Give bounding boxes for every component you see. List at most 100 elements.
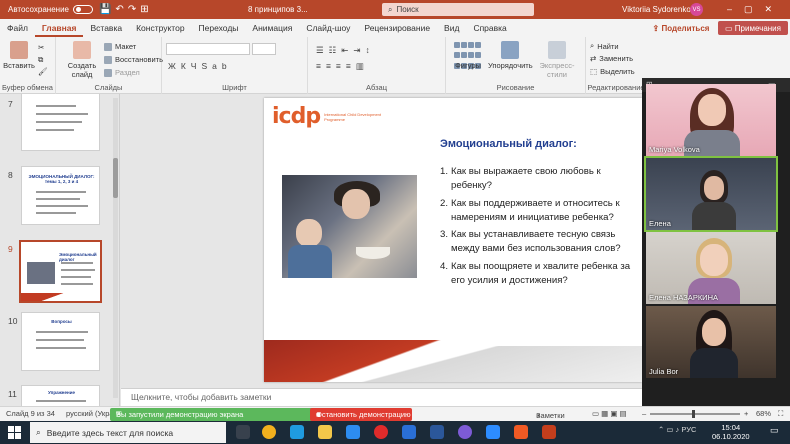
- scroll-thumb[interactable]: [113, 158, 118, 198]
- slide-footer-shadow: [264, 346, 642, 382]
- powerpoint-active-icon[interactable]: [542, 425, 556, 439]
- quick-styles-button[interactable]: Экспресс-стили: [534, 41, 580, 79]
- windows-taskbar: ⌕ Введите здесь текст для поиска ⌃ ▭ ♪ Р…: [0, 421, 790, 444]
- format-painter-icon[interactable]: 🖌: [38, 67, 48, 76]
- group-label: Редактирование: [587, 83, 645, 92]
- group-label: Шрифт: [222, 83, 247, 92]
- arrange-icon: [501, 41, 519, 59]
- mail-icon[interactable]: [402, 425, 416, 439]
- powerpoint-icon[interactable]: [514, 425, 528, 439]
- select-button[interactable]: ⬚ Выделить: [590, 67, 635, 76]
- comments-button[interactable]: ▭ Примечания: [718, 21, 788, 35]
- file-explorer-icon[interactable]: [318, 425, 332, 439]
- thumbnail-slide-8[interactable]: ЭМОЦИОНАЛЬНЫЙ ДИАЛОГ: темы 1, 2, 3 и 4: [21, 166, 100, 225]
- store-icon[interactable]: [346, 425, 360, 439]
- slide-photo: [282, 175, 417, 278]
- thumb-photo: [27, 262, 55, 284]
- thumb-number: 8: [8, 170, 13, 180]
- tab-design[interactable]: Конструктор: [129, 19, 191, 37]
- word-icon[interactable]: [430, 425, 444, 439]
- zoom-level[interactable]: 68%: [756, 409, 771, 418]
- share-button[interactable]: ⇪ Поделиться: [648, 21, 714, 35]
- font-format-icons[interactable]: ЖКЧSab: [168, 61, 232, 71]
- window-controls[interactable]: –▢✕: [727, 4, 784, 15]
- video-tile[interactable]: Julia Bor: [646, 306, 776, 378]
- autosave-toggle[interactable]: [72, 5, 93, 14]
- tab-review[interactable]: Рецензирование: [357, 19, 437, 37]
- cut-icon[interactable]: ✂: [38, 43, 44, 52]
- tab-insert[interactable]: Вставка: [83, 19, 129, 37]
- opera-icon[interactable]: [374, 425, 388, 439]
- layout-button[interactable]: Макет: [104, 42, 136, 51]
- thumbnails-scrollbar[interactable]: [113, 98, 118, 398]
- list-item: 4. Как вы поощряете и хвалите ребенка за …: [440, 260, 631, 287]
- edge-icon[interactable]: [290, 425, 304, 439]
- status-bar: Слайд 9 из 34 русский (Украи ⛨ Вы запуст…: [0, 406, 790, 421]
- tab-file[interactable]: Файл: [0, 19, 35, 37]
- zoom-app-icon[interactable]: [486, 425, 500, 439]
- notifications-icon[interactable]: ▭: [770, 425, 779, 436]
- replace-button[interactable]: ⇄ Заменить: [590, 54, 633, 63]
- section-button[interactable]: Раздел: [104, 68, 140, 77]
- copy-icon[interactable]: ⧉: [38, 55, 43, 65]
- autosave-label: Автосохранение: [8, 5, 69, 14]
- zoom-slider[interactable]: [650, 410, 740, 418]
- thumb-number: 9: [8, 244, 13, 254]
- tab-slideshow[interactable]: Слайд-шоу: [299, 19, 357, 37]
- zoom-handle[interactable]: [692, 410, 695, 418]
- find-button[interactable]: ⌕ Найти: [590, 41, 619, 51]
- arrange-button[interactable]: Упорядочить: [488, 41, 533, 70]
- zoom-in-icon[interactable]: +: [744, 409, 748, 418]
- thumbnail-slide-11[interactable]: Упражнение: [21, 385, 100, 406]
- font-family-select[interactable]: [166, 43, 250, 55]
- windows-start-icon[interactable]: [8, 426, 21, 439]
- fit-slide-icon[interactable]: ⛶: [778, 409, 783, 419]
- new-slide-button[interactable]: Создать слайд: [62, 41, 102, 79]
- user-avatar[interactable]: VS: [690, 3, 703, 16]
- participant-name: Mariya Volkova: [649, 145, 700, 154]
- tab-transitions[interactable]: Переходы: [192, 19, 246, 37]
- thumbnail-slide-10[interactable]: Вопросы: [21, 312, 100, 371]
- list-icons[interactable]: ☰☷⇤⇥↕: [316, 45, 375, 56]
- list-item: 2. Как вы поддерживаете и относитесь к на…: [440, 197, 620, 223]
- shapes-button[interactable]: Фигуры: [448, 61, 488, 70]
- view-mode-icons[interactable]: ▭ ▦ ▣ ▤: [592, 409, 627, 418]
- slide-thumbnails-pane: 7 8 ЭМОЦИОНАЛЬНЫЙ ДИАЛОГ: темы 1, 2, 3 и…: [0, 94, 120, 406]
- video-tile[interactable]: Mariya Volkova: [646, 84, 776, 156]
- taskbar-clock[interactable]: 15:04 06.10.2020: [712, 423, 750, 441]
- chrome-icon[interactable]: [262, 425, 276, 439]
- taskbar-search[interactable]: ⌕ Введите здесь текст для поиска: [30, 422, 226, 443]
- tab-animations[interactable]: Анимация: [245, 19, 299, 37]
- notes-input[interactable]: Щелкните, чтобы добавить заметки: [121, 388, 642, 406]
- zoom-out-icon[interactable]: –: [642, 409, 646, 418]
- tab-home[interactable]: Главная: [34, 19, 84, 37]
- section-icon: [104, 68, 112, 77]
- list-item: 3. Как вы устанавливаете тесную связь меж…: [440, 229, 621, 255]
- layout-icon: [104, 42, 112, 51]
- tab-view[interactable]: Вид: [437, 19, 466, 37]
- thumbnail-slide-7[interactable]: [21, 94, 100, 151]
- paste-button[interactable]: Вставить: [2, 41, 36, 70]
- tab-help[interactable]: Справка: [466, 19, 513, 37]
- document-title: 8 принципов 3...: [248, 5, 308, 14]
- video-tile-active[interactable]: Елена: [644, 156, 778, 232]
- group-slides: Создать слайд Макет Восстановить Раздел …: [56, 37, 163, 94]
- align-icons[interactable]: ≡≡≡≡▥: [316, 61, 369, 72]
- viber-icon[interactable]: [458, 425, 472, 439]
- group-label: Буфер обмена: [2, 83, 53, 92]
- reset-button[interactable]: Восстановить: [104, 55, 163, 64]
- menu-tabs: Файл Главная Вставка Конструктор Переход…: [0, 19, 790, 37]
- system-tray[interactable]: ⌃ ▭ ♪ РУС: [658, 425, 696, 434]
- slide-editor: icdp International Child Development Pro…: [121, 94, 642, 388]
- font-size-select[interactable]: [252, 43, 276, 55]
- current-slide[interactable]: icdp International Child Development Pro…: [264, 98, 642, 382]
- group-drawing: Фигуры Упорядочить Экспресс-стили Рисова…: [446, 37, 586, 94]
- stop-sharing-button[interactable]: ■ Остановить демонстрацию: [310, 408, 412, 421]
- search-box[interactable]: ⌕ Поиск: [382, 3, 534, 16]
- clipboard-icon: [10, 41, 28, 59]
- video-tile[interactable]: Елена НАЗАРКИНА: [646, 232, 776, 304]
- replace-icon: ⇄: [590, 54, 597, 63]
- quick-access-icons[interactable]: 💾↶↷⊞: [99, 4, 153, 15]
- task-view-icon[interactable]: [236, 425, 250, 439]
- thumbnail-slide-9[interactable]: Эмоциональный диалог: [19, 240, 102, 303]
